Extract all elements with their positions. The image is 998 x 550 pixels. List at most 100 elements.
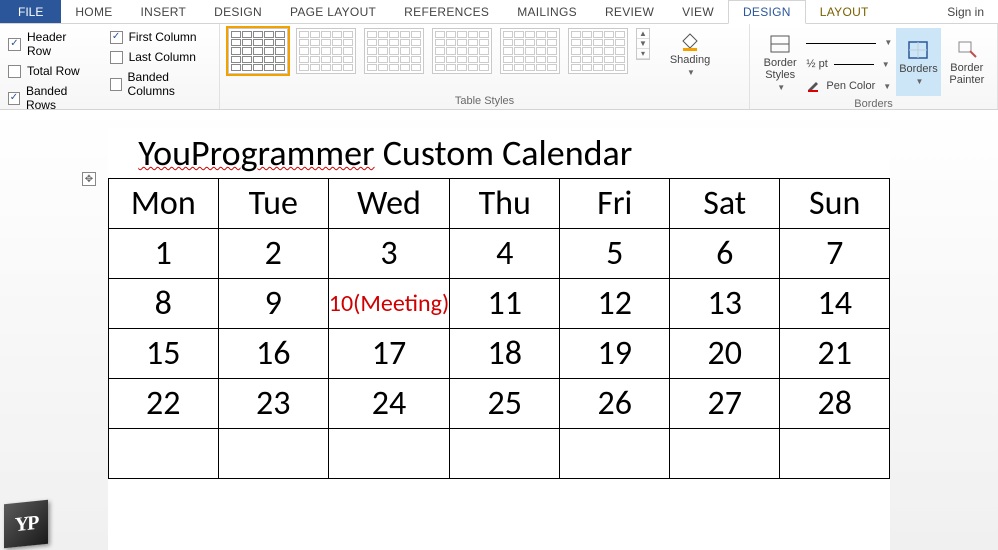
chk-header-row[interactable]: ✓ Header Row	[8, 30, 94, 58]
chk-first-column[interactable]: ✓ First Column	[110, 30, 211, 44]
calendar-cell[interactable]	[560, 428, 670, 478]
day-header[interactable]: Wed	[328, 178, 449, 228]
checkbox-icon: ✓	[8, 38, 21, 51]
line-sample-icon	[806, 43, 876, 47]
tab-view[interactable]: VIEW	[668, 0, 728, 23]
calendar-cell[interactable]: 6	[670, 228, 780, 278]
chk-last-column[interactable]: Last Column	[110, 50, 211, 64]
ribbon-tabs: FILE HOME INSERT DESIGN PAGE LAYOUT REFE…	[0, 0, 998, 24]
calendar-cell[interactable]: 27	[670, 378, 780, 428]
tab-file[interactable]: FILE	[0, 0, 61, 23]
tab-page-layout[interactable]: PAGE LAYOUT	[276, 0, 390, 23]
shading-button[interactable]: Shading ▼	[664, 28, 716, 79]
chk-banded-columns[interactable]: Banded Columns	[110, 70, 211, 98]
calendar-cell[interactable]	[218, 428, 328, 478]
calendar-cell[interactable]	[780, 428, 890, 478]
btn-label: Borders	[899, 63, 938, 75]
chk-label: Banded Rows	[26, 84, 94, 112]
table-style-thumb[interactable]	[432, 28, 492, 74]
borders-button[interactable]: Borders ▼	[896, 28, 940, 96]
calendar-cell[interactable]: 8	[108, 278, 218, 328]
checkbox-icon	[110, 78, 122, 91]
calendar-cell[interactable]	[450, 428, 560, 478]
checkbox-icon: ✓	[8, 92, 20, 105]
tab-design[interactable]: DESIGN	[200, 0, 276, 23]
tab-home[interactable]: HOME	[61, 0, 126, 23]
calendar-cell[interactable]: 15	[108, 328, 218, 378]
day-header[interactable]: Tue	[218, 178, 328, 228]
calendar-cell[interactable]	[108, 428, 218, 478]
bucket-icon	[678, 30, 702, 52]
calendar-cell[interactable]: 7	[780, 228, 890, 278]
calendar-cell[interactable]: 2	[218, 228, 328, 278]
tab-review[interactable]: REVIEW	[591, 0, 668, 23]
calendar-cell[interactable]: 22	[108, 378, 218, 428]
calendar-cell[interactable]: 26	[560, 378, 670, 428]
tab-references[interactable]: REFERENCES	[390, 0, 503, 23]
calendar-cell[interactable]: 1	[108, 228, 218, 278]
calendar-cell[interactable]: 23	[218, 378, 328, 428]
pen-color-dropdown[interactable]: Pen Color ▼	[806, 76, 892, 96]
table-style-thumb[interactable]	[296, 28, 356, 74]
calendar-cell[interactable]: 20	[670, 328, 780, 378]
line-style-dropdown[interactable]: ▼	[806, 32, 892, 52]
group-label: Table Styles	[228, 95, 741, 107]
day-header[interactable]: Sat	[670, 178, 780, 228]
sign-in-link[interactable]: Sign in	[933, 0, 998, 23]
calendar-cell[interactable]: 24	[328, 378, 449, 428]
day-header[interactable]: Fri	[560, 178, 670, 228]
chk-total-row[interactable]: Total Row	[8, 64, 94, 78]
checkbox-icon	[110, 51, 123, 64]
day-header[interactable]: Sun	[780, 178, 890, 228]
table-row: 8 9 10(Meeting) 11 12 13 14	[108, 278, 889, 328]
chevron-down-icon: ▼	[882, 60, 890, 69]
day-header[interactable]: Mon	[108, 178, 218, 228]
calendar-cell[interactable]: 4	[450, 228, 560, 278]
calendar-cell[interactable]: 18	[450, 328, 560, 378]
calendar-cell[interactable]	[670, 428, 780, 478]
tab-insert[interactable]: INSERT	[127, 0, 201, 23]
calendar-cell[interactable]: 14	[780, 278, 890, 328]
calendar-cell[interactable]: 13	[670, 278, 780, 328]
chk-banded-rows[interactable]: ✓ Banded Rows	[8, 84, 94, 112]
page: YouProgrammer Custom Calendar Mon Tue We…	[108, 128, 890, 550]
calendar-table[interactable]: YouProgrammer Custom Calendar Mon Tue We…	[108, 128, 890, 479]
calendar-cell[interactable]	[328, 428, 449, 478]
tab-mailings[interactable]: MAILINGS	[503, 0, 591, 23]
chk-label: Total Row	[27, 64, 80, 78]
btn-label: Pen Color	[826, 80, 875, 92]
calendar-cell[interactable]: 25	[450, 378, 560, 428]
calendar-cell[interactable]: 3	[328, 228, 449, 278]
calendar-cell[interactable]: 11	[450, 278, 560, 328]
calendar-cell[interactable]: 9	[218, 278, 328, 328]
border-styles-button[interactable]: Border Styles ▼	[758, 28, 802, 96]
calendar-cell[interactable]: 28	[780, 378, 890, 428]
calendar-cell[interactable]: 12	[560, 278, 670, 328]
border-painter-button[interactable]: Border Painter	[945, 28, 989, 96]
day-header[interactable]: Thu	[450, 178, 560, 228]
table-style-thumb[interactable]	[364, 28, 424, 74]
group-table-styles: ▲ ▼ ▾ Shading ▼ Table Styles	[220, 24, 750, 109]
table-style-thumb[interactable]	[228, 28, 288, 74]
tab-table-layout[interactable]: LAYOUT	[806, 0, 883, 23]
table-row: 1 2 3 4 5 6 7	[108, 228, 889, 278]
table-style-thumb[interactable]	[500, 28, 560, 74]
gallery-up-icon[interactable]: ▲	[637, 29, 649, 39]
chevron-down-icon: ▼	[884, 38, 892, 47]
chevron-down-icon: ▼	[883, 82, 891, 91]
calendar-cell[interactable]: 21	[780, 328, 890, 378]
table-style-thumb[interactable]	[568, 28, 628, 74]
yp-logo: YP	[4, 500, 48, 549]
calendar-cell[interactable]: 19	[560, 328, 670, 378]
calendar-cell[interactable]: 17	[328, 328, 449, 378]
line-width-dropdown[interactable]: ½ pt ▼	[806, 54, 892, 74]
checkbox-icon: ✓	[110, 31, 123, 44]
calendar-cell[interactable]: 5	[560, 228, 670, 278]
gallery-down-icon[interactable]: ▼	[637, 39, 649, 49]
calendar-cell-meeting[interactable]: 10(Meeting)	[328, 278, 449, 328]
calendar-cell[interactable]: 16	[218, 328, 328, 378]
group-table-style-options: ✓ Header Row Total Row ✓ Banded Rows ✓ F…	[0, 24, 220, 109]
table-move-handle[interactable]: ✥	[82, 172, 96, 186]
tab-table-design[interactable]: DESIGN	[728, 0, 806, 24]
gallery-more-icon[interactable]: ▾	[637, 49, 649, 59]
